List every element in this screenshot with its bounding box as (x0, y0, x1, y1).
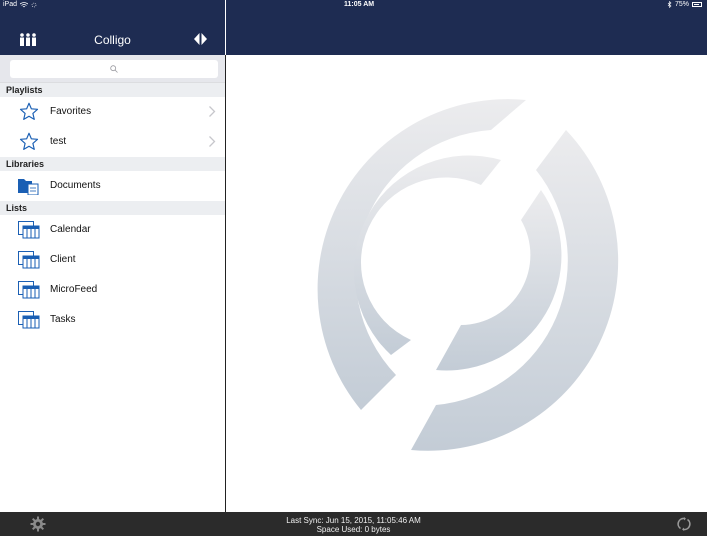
status-right: 75% (667, 1, 702, 8)
sidebar-item-label: Calendar (50, 224, 91, 235)
section-header-lists: Lists (0, 201, 225, 215)
sidebar-item-test[interactable]: test (0, 127, 225, 157)
folder-document-icon (18, 177, 40, 195)
sidebar-item-favorites[interactable]: Favorites (0, 97, 225, 127)
sidebar-item-label: MicroFeed (50, 284, 98, 295)
detail-pane (226, 0, 707, 512)
wifi-icon (20, 1, 29, 7)
sidebar-item-tasks[interactable]: Tasks (0, 305, 225, 335)
sidebar-item-label: Client (50, 254, 76, 265)
search-icon (110, 65, 118, 73)
list-table-icon (18, 250, 40, 269)
colligo-logo-watermark (317, 99, 619, 451)
sidebar-item-calendar[interactable]: Calendar (0, 215, 225, 245)
battery-icon (692, 2, 702, 7)
sync-status: Last Sync: Jun 15, 2015, 11:05:46 AM Spa… (0, 516, 707, 534)
status-bar: iPad 11:05 AM 75% (0, 0, 707, 11)
search-bar (0, 55, 225, 83)
sidebar: Colligo Playlists Favorites test Librari… (0, 0, 225, 512)
space-used-text: Space Used: 0 bytes (316, 525, 391, 534)
battery-percent: 75% (674, 1, 689, 8)
last-sync-text: Last Sync: Jun 15, 2015, 11:05:46 AM (286, 516, 421, 525)
sidebar-item-microfeed[interactable]: MicroFeed (0, 275, 225, 305)
status-time: 11:05 AM (344, 1, 375, 8)
list-table-icon (18, 220, 40, 239)
star-icon (18, 102, 40, 121)
sidebar-item-label: Favorites (50, 106, 92, 117)
sidebar-item-label: Documents (50, 180, 101, 191)
chevron-right-icon (209, 136, 216, 147)
activity-icon (31, 2, 37, 7)
list-table-icon (18, 280, 40, 299)
star-icon (18, 132, 40, 151)
sidebar-item-label: test (50, 136, 67, 147)
device-label: iPad (3, 1, 18, 8)
sidebar-item-documents[interactable]: Documents (0, 171, 225, 201)
sync-refresh-icon[interactable] (677, 517, 691, 531)
app-title: Colligo (94, 33, 131, 47)
split-view-icon[interactable] (194, 33, 207, 45)
chevron-right-icon (209, 106, 216, 117)
sidebar-item-label: Tasks (50, 314, 76, 325)
sidebar-item-client[interactable]: Client (0, 245, 225, 275)
search-input[interactable] (10, 60, 218, 78)
bluetooth-icon (667, 1, 672, 8)
section-header-libraries: Libraries (0, 157, 225, 171)
list-table-icon (18, 310, 40, 329)
section-header-playlists: Playlists (0, 83, 225, 97)
status-left: iPad (3, 1, 37, 8)
bottom-toolbar: Last Sync: Jun 15, 2015, 11:05:46 AM Spa… (0, 512, 707, 536)
